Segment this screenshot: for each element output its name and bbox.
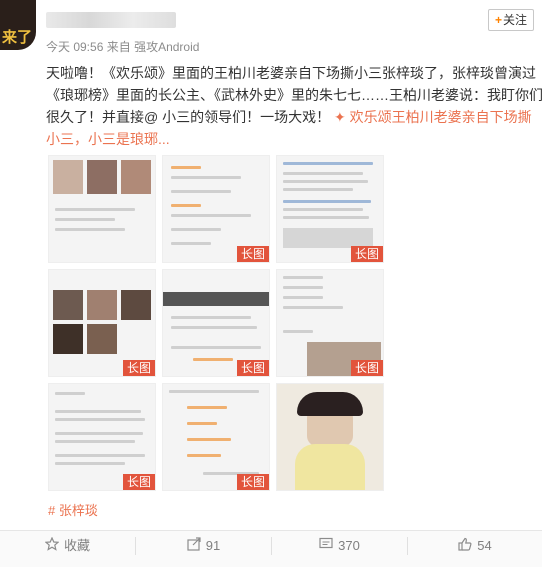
like-button[interactable]: 54	[408, 531, 542, 567]
image-badge: 长图	[350, 246, 383, 262]
link-icon: ✦	[334, 109, 346, 125]
post-meta: 今天 09:56 来自 强攻Android	[46, 38, 199, 55]
image-badge: 长图	[236, 474, 269, 490]
collect-label: 收藏	[63, 538, 90, 553]
image-badge: 长图	[236, 360, 269, 376]
post-line-1: 天啦噜！《欢乐颂》里面的王柏川老婆亲自下场撕小三张梓琰了，张梓琰曾演过	[46, 65, 536, 81]
avatar-text: 来了	[2, 28, 33, 46]
topic-link-cont[interactable]: 小三，小三是琅琊...	[46, 128, 542, 150]
comment-icon	[319, 532, 333, 562]
action-bar: 收藏 91 370 54	[0, 530, 542, 567]
user-avatar[interactable]: 来了	[0, 0, 36, 50]
image-thumb-3[interactable]: 长图	[276, 155, 384, 263]
collect-button[interactable]: 收藏	[0, 531, 135, 567]
image-thumb-4[interactable]: 长图	[48, 269, 156, 377]
comment-button[interactable]: 370	[272, 531, 407, 567]
plus-icon: +	[494, 13, 502, 27]
share-button[interactable]: 91	[136, 531, 271, 567]
image-thumb-2[interactable]: 长图	[162, 155, 270, 263]
thumbs-up-icon	[458, 532, 472, 562]
image-thumb-7[interactable]: 长图	[48, 383, 156, 491]
username-blurred[interactable]	[46, 12, 176, 28]
image-badge: 长图	[122, 360, 155, 376]
image-thumb-9[interactable]	[276, 383, 384, 491]
share-count: 91	[205, 538, 221, 553]
image-thumb-5[interactable]: 长图	[162, 269, 270, 377]
topic-tag[interactable]: # 张梓琰	[48, 500, 98, 519]
follow-label: 关注	[503, 13, 528, 27]
share-icon	[187, 532, 201, 562]
post-source: 强攻Android	[134, 40, 200, 54]
post-line-2: 《琅琊榜》里面的长公主、《武林外史》里的朱七七……王柏川老婆说：我盯你们	[46, 87, 542, 103]
topic-link[interactable]: 欢乐颂王柏川老婆亲自下场撕	[350, 109, 532, 125]
image-grid: 长图 长图 长图 长图 长图 长图 长图	[48, 155, 384, 493]
post-time[interactable]: 今天 09:56	[46, 40, 103, 54]
post-from-label: 来自	[106, 40, 131, 54]
star-icon	[44, 532, 60, 562]
post-line-3-wrap: 很久了！并直接@ 小三的领导们！一场大戏！ ✦ 欢乐颂王柏川老婆亲自下场撕	[46, 106, 542, 128]
image-thumb-8[interactable]: 长图	[162, 383, 270, 491]
post-text: 天啦噜！《欢乐颂》里面的王柏川老婆亲自下场撕小三张梓琰了，张梓琰曾演过 《琅琊榜…	[46, 62, 542, 150]
comment-count: 370	[338, 538, 360, 553]
image-badge: 长图	[122, 474, 155, 490]
image-badge: 长图	[236, 246, 269, 262]
follow-button[interactable]: +关注	[488, 9, 534, 31]
image-thumb-6[interactable]: 长图	[276, 269, 384, 377]
image-thumb-1[interactable]	[48, 155, 156, 263]
image-badge: 长图	[350, 360, 383, 376]
post-line-3: 很久了！并直接@ 小三的领导们！一场大戏！	[46, 109, 331, 125]
like-count: 54	[477, 538, 492, 553]
